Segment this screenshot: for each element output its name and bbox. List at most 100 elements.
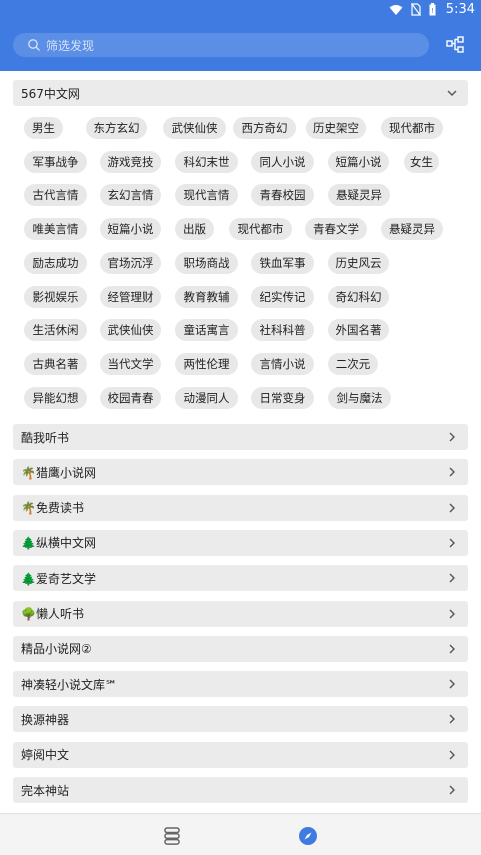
category-tag[interactable]: 校园青春 — [100, 386, 161, 409]
category-tag[interactable]: 奇幻科幻 — [328, 285, 389, 308]
source-title: 酷我听书 — [21, 430, 70, 445]
category-tag[interactable]: 二次元 — [328, 352, 378, 375]
category-tag[interactable]: 短篇小说 — [100, 218, 161, 241]
chevron-right-icon — [449, 467, 455, 477]
category-tag[interactable]: 童话寓言 — [175, 319, 238, 342]
category-tag[interactable]: 古典名著 — [24, 352, 87, 375]
source-title: 567中文网 — [21, 86, 80, 101]
chevron-right-icon — [449, 644, 455, 654]
chevron-right-icon — [449, 503, 455, 513]
search-input[interactable]: 筛选发现 — [13, 33, 429, 57]
source-title: 婷阅中文 — [21, 748, 70, 763]
bottom-nav — [0, 813, 481, 855]
category-tag[interactable]: 生活休闲 — [24, 319, 87, 342]
category-tag[interactable]: 古代言情 — [24, 184, 87, 207]
wifi-icon — [389, 4, 403, 15]
source-title: 🌳懒人听书 — [21, 607, 84, 621]
category-tag[interactable]: 东方玄幻 — [86, 117, 147, 139]
source-header-expanded[interactable]: 567中文网 — [13, 80, 468, 106]
category-tag[interactable]: 女生 — [404, 150, 439, 173]
category-tag[interactable]: 武侠仙侠 — [100, 319, 161, 342]
status-icons: ! 5:34 — [389, 2, 475, 17]
source-title: 🌲爱奇艺文学 — [21, 571, 96, 586]
source-title: 神凑轻小说文库℠ — [21, 677, 118, 692]
category-tag[interactable]: 西方奇幻 — [233, 117, 296, 139]
app-bar: ! 5:34 筛选发现 — [0, 0, 481, 71]
category-tag[interactable]: 教育教辅 — [175, 285, 238, 308]
chevron-right-icon — [449, 679, 455, 689]
category-tag[interactable]: 言情小说 — [251, 352, 314, 375]
search-icon — [28, 39, 40, 51]
chevron-down-icon — [447, 90, 457, 96]
category-tag[interactable]: 青春文学 — [305, 218, 367, 241]
category-tag[interactable]: 纪实传记 — [251, 285, 314, 308]
category-tag[interactable]: 社科科普 — [251, 319, 314, 342]
category-tag[interactable]: 职场商战 — [175, 251, 238, 274]
category-tag[interactable]: 同人小说 — [251, 150, 314, 173]
source-title: 完本神站 — [21, 783, 70, 798]
category-tag[interactable]: 动漫同人 — [175, 386, 238, 409]
category-tag[interactable]: 青春校园 — [251, 184, 314, 207]
source-item[interactable]: 🌲纵横中文网 — [13, 529, 468, 556]
category-tag[interactable]: 玄幻言情 — [100, 184, 161, 207]
category-tag[interactable]: 现代都市 — [381, 117, 443, 139]
category-tag[interactable]: 历史架空 — [306, 117, 366, 139]
source-item[interactable]: 换源神器 — [13, 706, 468, 733]
category-tag[interactable]: 历史风云 — [328, 251, 389, 274]
svg-text:!: ! — [431, 7, 434, 15]
category-tag[interactable]: 出版 — [175, 218, 214, 241]
category-tag[interactable]: 两性伦理 — [175, 352, 238, 375]
category-tag[interactable]: 当代文学 — [100, 352, 161, 375]
category-tag[interactable]: 短篇小说 — [328, 150, 389, 173]
chevron-right-icon — [449, 538, 455, 548]
discover-list: 567中文网 男生 东方玄幻 武侠仙侠 西方奇幻 历史架空 现代都市 军事战争 游戏竞技 科幻末… — [0, 71, 481, 813]
category-tag[interactable]: 悬疑灵异 — [381, 218, 443, 241]
category-tag[interactable]: 剑与魔法 — [328, 386, 391, 409]
source-item[interactable]: 🌲爱奇艺文学 — [13, 565, 468, 592]
chevron-right-icon — [449, 785, 455, 795]
battery-icon: ! — [429, 3, 436, 16]
source-title: 精品小说网② — [21, 642, 92, 657]
chevron-right-icon — [449, 714, 455, 724]
category-tag[interactable]: 游戏竞技 — [100, 150, 161, 173]
source-title: 🌴免费读书 — [21, 501, 84, 516]
source-item[interactable]: 酷我听书 — [13, 424, 468, 450]
chevron-right-icon — [449, 609, 455, 618]
category-tag[interactable]: 军事战争 — [24, 150, 87, 173]
share-nodes-icon[interactable] — [446, 36, 464, 54]
category-tag[interactable]: 外国名著 — [328, 319, 389, 342]
category-tag[interactable]: 影视娱乐 — [24, 285, 87, 308]
source-item[interactable]: 婷阅中文 — [13, 741, 468, 768]
source-item[interactable]: 🌴猎鹰小说网 — [13, 459, 468, 486]
category-tag[interactable]: 经管理财 — [100, 285, 161, 308]
category-tag[interactable]: 现代言情 — [175, 184, 238, 207]
source-item[interactable]: 🌴免费读书 — [13, 494, 468, 521]
category-tag[interactable]: 武侠仙侠 — [163, 117, 226, 139]
category-tag[interactable]: 现代都市 — [229, 218, 292, 241]
source-item[interactable]: 🌳懒人听书 — [13, 600, 468, 627]
search-placeholder: 筛选发现 — [46, 38, 95, 53]
category-tag[interactable]: 科幻末世 — [175, 150, 238, 173]
status-bar: ! 5:34 — [0, 0, 481, 22]
category-tag[interactable]: 异能幻想 — [24, 386, 87, 409]
category-tag[interactable]: 男生 — [24, 117, 63, 139]
source-title: 🌲纵横中文网 — [21, 536, 96, 551]
source-item[interactable]: 神凑轻小说文库℠ — [13, 671, 468, 698]
source-title: 🌴猎鹰小说网 — [21, 465, 96, 480]
chevron-right-icon — [449, 432, 455, 442]
category-tag[interactable]: 唯美言情 — [24, 218, 87, 241]
chevron-right-icon — [449, 750, 455, 760]
chevron-right-icon — [449, 573, 455, 583]
source-title: 换源神器 — [21, 712, 70, 727]
source-item[interactable]: 精品小说网② — [13, 635, 468, 662]
category-tag[interactable]: 悬疑灵异 — [328, 184, 390, 207]
category-tag[interactable]: 官场沉浮 — [100, 251, 161, 274]
category-tag[interactable]: 铁血军事 — [251, 251, 314, 274]
source-item[interactable]: 完本神站 — [13, 777, 468, 803]
compass-icon[interactable] — [298, 826, 318, 846]
no-sim-icon — [410, 3, 421, 16]
category-tag[interactable]: 励志成功 — [24, 251, 87, 274]
status-time: 5:34 — [445, 2, 475, 17]
bookshelf-icon[interactable] — [162, 826, 182, 846]
category-tag[interactable]: 日常变身 — [251, 386, 314, 409]
